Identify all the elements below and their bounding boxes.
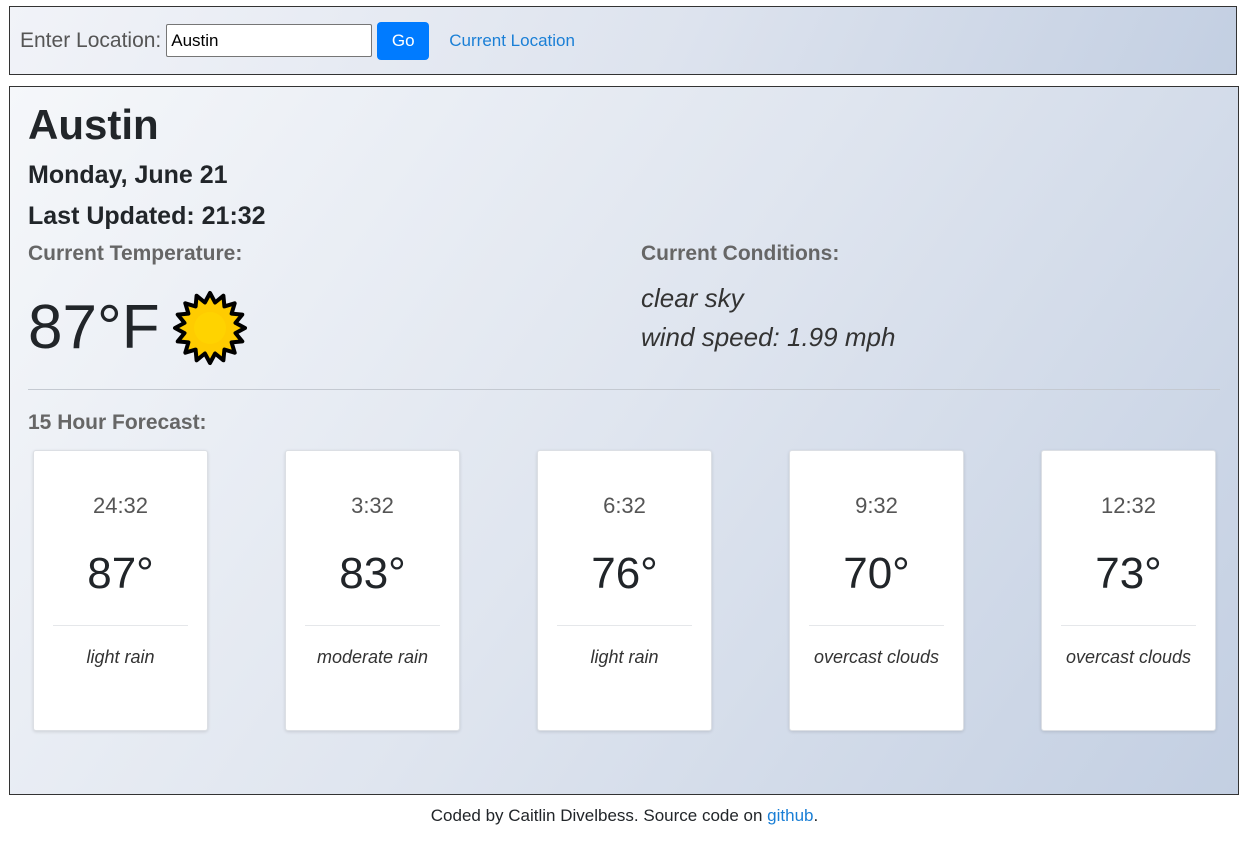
last-updated: Last Updated: 21:32 [28,202,266,231]
forecast-temp: 73° [1095,549,1162,598]
forecast-time: 12:32 [1100,493,1157,518]
card-divider [809,625,944,626]
location-label: Enter Location: [20,28,162,52]
card-divider [53,625,188,626]
wind-speed: wind speed: 1.99 mph [641,322,895,353]
forecast-time: 24:32 [92,493,149,518]
current-conditions-label: Current Conditions: [641,242,840,265]
forecast-time: 3:32 [351,493,394,518]
forecast-card: 3:32 83° moderate rain [285,450,460,731]
section-divider [28,389,1220,390]
forecast-card: 6:32 76° light rain [537,450,712,731]
github-link[interactable]: github [767,806,813,825]
location-search-bar: Enter Location: Go Current Location [9,6,1237,75]
forecast-card: 12:32 73° overcast clouds [1041,450,1216,731]
last-updated-time: 21:32 [201,202,266,230]
current-temperature-label: Current Temperature: [28,242,243,265]
footer-text: Coded by Caitlin Divelbess. Source code … [430,806,768,825]
location-input[interactable] [166,24,373,57]
weather-panel: Austin Monday, June 21 Last Updated: 21:… [9,86,1239,795]
conditions-text: clear sky [641,283,744,313]
forecast-description: light rain [590,647,659,667]
date-text: Monday, June 21 [28,161,228,189]
card-divider [1061,625,1196,626]
forecast-temp: 87° [87,549,154,598]
wind-speed-value: 1.99 mph [787,322,896,352]
go-button[interactable]: Go [377,21,430,60]
footer: Coded by Caitlin Divelbess. Source code … [0,806,1249,826]
forecast-time: 6:32 [603,493,646,518]
current-location-link[interactable]: Current Location [449,31,575,51]
sun-icon [173,291,247,365]
forecast-description: overcast clouds [1065,647,1192,667]
forecast-temp: 83° [339,549,406,598]
card-divider [557,625,692,626]
card-divider [305,625,440,626]
forecast-time: 9:32 [855,493,898,518]
city-name: Austin [28,101,159,148]
forecast-temp: 76° [591,549,658,598]
last-updated-label: Last Updated: [28,202,195,230]
forecast-description: moderate rain [316,647,429,667]
current-temperature: 87°F [28,293,160,362]
forecast-card: 24:32 87° light rain [33,450,208,731]
wind-speed-label: wind speed: [641,322,780,352]
footer-period: . [813,806,819,825]
forecast-temp: 70° [843,549,910,598]
forecast-label: 15 Hour Forecast: [28,411,207,434]
forecast-card: 9:32 70° overcast clouds [789,450,964,731]
forecast-description: overcast clouds [813,647,940,667]
forecast-description: light rain [86,647,155,667]
forecast-list: 24:32 87° light rain 3:32 83° moderate r… [33,450,1217,732]
